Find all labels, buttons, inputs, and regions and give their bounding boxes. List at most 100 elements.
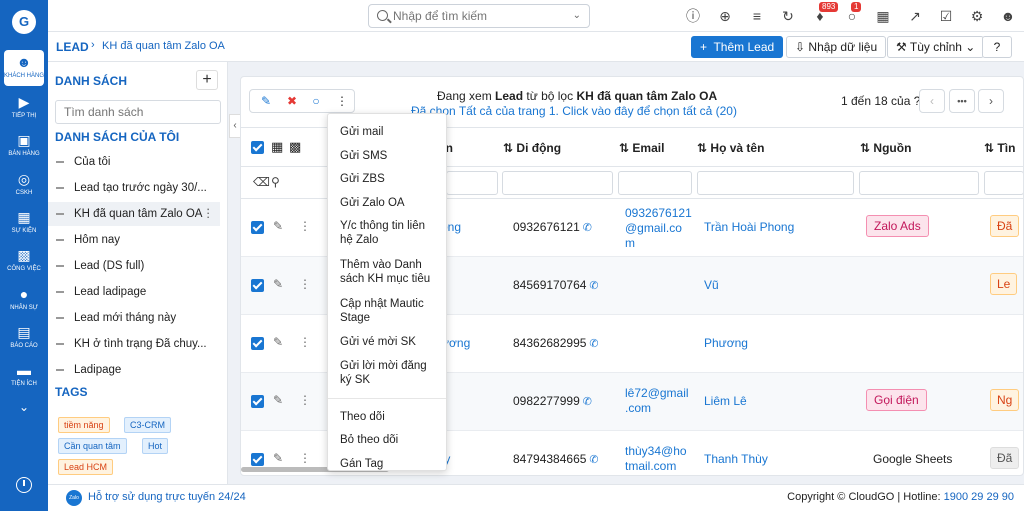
menu-item-send-sms[interactable]: Gửi SMS xyxy=(340,149,440,163)
menu-item-update-mautic-stage[interactable]: Cập nhật Mautic Stage xyxy=(340,297,440,325)
menu-item-add-to-target-list[interactable]: Thêm vào Danh sách KH mục tiêu xyxy=(340,258,440,286)
select-all-link[interactable]: Đã chọn Tất cả của trang 1. Click vào đâ… xyxy=(411,104,737,118)
row-checkbox[interactable] xyxy=(251,395,264,408)
rail-item-tien-ich[interactable]: ▬ Tiện ích xyxy=(0,362,48,388)
list-icon[interactable]: ≡ xyxy=(748,7,766,25)
rail-item-nhan-su[interactable]: ● Nhân sự xyxy=(0,286,48,312)
edit-icon[interactable]: ✎ xyxy=(273,335,283,349)
menu-item-send-mail[interactable]: Gửi mail xyxy=(340,125,440,139)
col-fullname[interactable]: ⇅ Họ và tên xyxy=(697,141,764,155)
import-data-button[interactable]: ⇩ Nhập dữ liệu xyxy=(786,36,887,58)
clock-icon[interactable] xyxy=(16,477,32,493)
rail-item-ban-hang[interactable]: ▣ Bán hàng xyxy=(0,132,48,158)
breadcrumb-root[interactable]: LEAD xyxy=(56,40,89,54)
filter-fullname-input[interactable] xyxy=(697,171,854,195)
edit-icon[interactable]: ✎ xyxy=(273,393,283,407)
filter-email-input[interactable] xyxy=(618,171,692,195)
calendar-icon[interactable]: ▦ xyxy=(874,7,892,25)
rail-item-cong-viec[interactable]: ▩ Công việc xyxy=(0,247,48,273)
support-link[interactable]: Hỗ trợ sử dụng trực tuyến 24/24 xyxy=(88,491,246,503)
email-cell[interactable]: thùy34@ho tmail.com xyxy=(625,444,687,474)
tag-lead-hcm[interactable]: Lead HCM xyxy=(58,459,114,475)
table-icon[interactable]: ▦ xyxy=(271,139,283,155)
tag-can-quan-tam[interactable]: Cần quan tâm xyxy=(58,438,127,454)
checkbox-icon[interactable]: ☑ xyxy=(937,7,955,25)
settings-icon[interactable]: ⚙ xyxy=(968,7,986,25)
chart-icon[interactable]: ↗ xyxy=(906,7,924,25)
col-email[interactable]: ⇅ Email xyxy=(619,141,664,155)
menu-item-unfollow[interactable]: Bỏ theo dõi xyxy=(340,433,440,447)
edit-icon[interactable]: ✎ xyxy=(273,277,283,291)
help-button[interactable]: ? xyxy=(982,36,1012,58)
list-item-active[interactable]: KH đã quan tâm Zalo OA ⋮ xyxy=(48,202,220,226)
email-cell[interactable]: 0932676121 @gmail.co m xyxy=(625,206,692,251)
phone-icon[interactable]: ✆ xyxy=(589,338,598,350)
list-search-input[interactable] xyxy=(55,100,221,124)
next-page-button[interactable]: › xyxy=(978,89,1004,113)
refresh-icon[interactable]: ↻ xyxy=(779,7,797,25)
chevron-down-icon[interactable]: ⌄ xyxy=(573,10,581,21)
select-all-checkbox[interactable] xyxy=(251,141,264,154)
edit-icon[interactable]: ✎ xyxy=(273,219,283,233)
more-options-button[interactable]: ••• xyxy=(949,89,975,113)
col-status[interactable]: ⇅ Tìn xyxy=(984,141,1015,155)
rail-item-khach-hang[interactable]: ☻ Khách hàng xyxy=(4,50,44,86)
list-item[interactable]: Hôm nay xyxy=(48,228,220,252)
menu-item-send-event-invite[interactable]: Gửi lời mời đăng ký SK xyxy=(340,359,440,387)
app-logo[interactable]: G xyxy=(12,10,36,34)
user-icon[interactable]: ☻ xyxy=(999,7,1017,25)
row-checkbox[interactable] xyxy=(251,337,264,350)
filter-source-input[interactable] xyxy=(859,171,979,195)
row-checkbox[interactable] xyxy=(251,221,264,234)
row-checkbox[interactable] xyxy=(251,279,264,292)
phone-icon[interactable]: ✆ xyxy=(583,396,592,408)
rail-item-su-kien[interactable]: ▦ Sự kiện xyxy=(0,209,48,235)
prev-page-button[interactable]: ‹ xyxy=(919,89,945,113)
list-item[interactable]: Lead (DS full) xyxy=(48,254,220,278)
customize-button[interactable]: ⚒ Tùy chỉnh ⌄ xyxy=(887,36,985,58)
add-circle-icon[interactable]: ⊕ xyxy=(716,7,734,25)
more-vertical-icon[interactable]: ⋮ xyxy=(203,202,215,226)
trash-icon[interactable]: ✖ xyxy=(279,89,305,113)
rail-item-cskh[interactable]: ◎ CSKH xyxy=(0,171,48,197)
more-vertical-icon[interactable]: ⋮ xyxy=(299,335,311,349)
phone-icon[interactable]: ✆ xyxy=(589,280,598,292)
hotline-link[interactable]: 1900 29 29 90 xyxy=(944,491,1014,503)
more-vertical-icon[interactable]: ⋮ xyxy=(299,219,311,233)
menu-item-assign-tag[interactable]: Gán Tag xyxy=(340,457,440,470)
comment-icon[interactable]: ○ xyxy=(303,89,329,113)
email-cell[interactable]: lê72@gmail .com xyxy=(625,386,689,416)
phone-icon[interactable]: ✆ xyxy=(589,454,598,466)
phone-icon[interactable]: ✆ xyxy=(583,222,592,234)
more-vertical-icon[interactable]: ⋮ xyxy=(299,451,311,465)
global-search-input[interactable] xyxy=(393,8,563,24)
list-item[interactable]: Lead tạo trước ngày 30/... xyxy=(48,176,220,200)
filter-status-input[interactable] xyxy=(984,171,1023,195)
search-icon[interactable]: ⚲ xyxy=(271,175,280,189)
tag-tiem-nang[interactable]: tiềm năng xyxy=(58,417,110,433)
more-vertical-icon[interactable]: ⋮ xyxy=(299,393,311,407)
edit-icon[interactable]: ✎ xyxy=(253,89,279,113)
bell-icon[interactable]: ♦ 893 xyxy=(811,2,839,25)
tag-c3-crm[interactable]: C3-CRM xyxy=(124,417,171,433)
edit-icon[interactable]: ✎ xyxy=(273,451,283,465)
filter-name-input[interactable] xyxy=(446,171,498,195)
tag-hot[interactable]: Hot xyxy=(142,438,169,454)
rail-item-bao-cao[interactable]: ▤ Báo cáo xyxy=(0,324,48,350)
row-checkbox[interactable] xyxy=(251,453,264,466)
filter-mobile-input[interactable] xyxy=(502,171,613,195)
global-search[interactable]: ⌄ xyxy=(368,4,590,28)
col-source[interactable]: ⇅ Nguồn xyxy=(860,141,911,155)
info-icon[interactable]: ⓘ xyxy=(684,7,702,25)
list-item[interactable]: KH ở tình trạng Đã chuy... xyxy=(48,332,220,356)
menu-item-send-zalo-oa[interactable]: Gửi Zalo OA xyxy=(340,196,440,210)
menu-item-follow[interactable]: Theo dõi xyxy=(340,410,440,424)
list-item[interactable]: Lead mới tháng này xyxy=(48,306,220,330)
more-vertical-icon[interactable]: ⋮ xyxy=(299,277,311,291)
rail-item-tiep-thi[interactable]: ▶ Tiếp thị xyxy=(0,94,48,120)
add-list-button[interactable]: + xyxy=(196,70,218,90)
list-item[interactable]: Ladipage xyxy=(48,358,220,382)
menu-item-send-event-ticket[interactable]: Gửi vé mời SK xyxy=(340,335,440,349)
columns-icon[interactable]: ▩ xyxy=(289,139,301,155)
eraser-icon[interactable]: ⌫ xyxy=(253,175,270,189)
